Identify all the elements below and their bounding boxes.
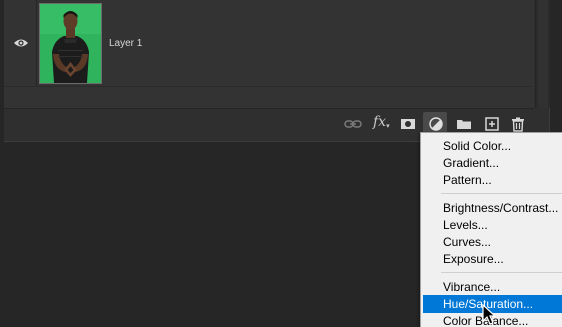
eye-icon[interactable] <box>13 38 29 48</box>
menu-item-levels[interactable]: Levels... <box>423 216 562 234</box>
scrollbar[interactable] <box>535 0 550 108</box>
layer-thumbnail[interactable] <box>39 3 102 84</box>
mouse-cursor-icon <box>482 304 496 325</box>
menu-separator <box>441 193 562 194</box>
visibility-column <box>4 0 37 86</box>
menu-item-curves[interactable]: Curves... <box>423 233 562 251</box>
menu-separator <box>441 272 562 273</box>
layer-mask-icon[interactable] <box>400 116 416 132</box>
menu-item-gradient[interactable]: Gradient... <box>423 154 562 172</box>
adjustment-layer-menu: Solid Color... Gradient... Pattern... Br… <box>420 132 562 327</box>
menu-item-exposure[interactable]: Exposure... <box>423 250 562 268</box>
menu-item-solid-color[interactable]: Solid Color... <box>423 137 562 155</box>
link-icon[interactable] <box>344 116 362 132</box>
scrollbar-thumb[interactable] <box>538 0 548 108</box>
layers-panel: Layer 1 fx▾ <box>4 0 550 142</box>
menu-item-brightness-contrast[interactable]: Brightness/Contrast... <box>423 199 562 217</box>
layers-list: Layer 1 <box>4 0 534 109</box>
fx-label: fx <box>373 114 387 130</box>
fx-icon[interactable]: fx▾ <box>373 114 390 130</box>
group-folder-icon[interactable] <box>456 116 472 132</box>
menu-item-pattern[interactable]: Pattern... <box>423 171 562 189</box>
layer-name[interactable]: Layer 1 <box>109 38 142 49</box>
delete-trash-icon[interactable] <box>510 116 526 132</box>
menu-item-vibrance[interactable]: Vibrance... <box>423 278 562 296</box>
layer-row[interactable]: Layer 1 <box>4 0 532 87</box>
new-layer-icon[interactable] <box>484 116 500 132</box>
adjustment-layer-icon[interactable] <box>428 116 446 134</box>
